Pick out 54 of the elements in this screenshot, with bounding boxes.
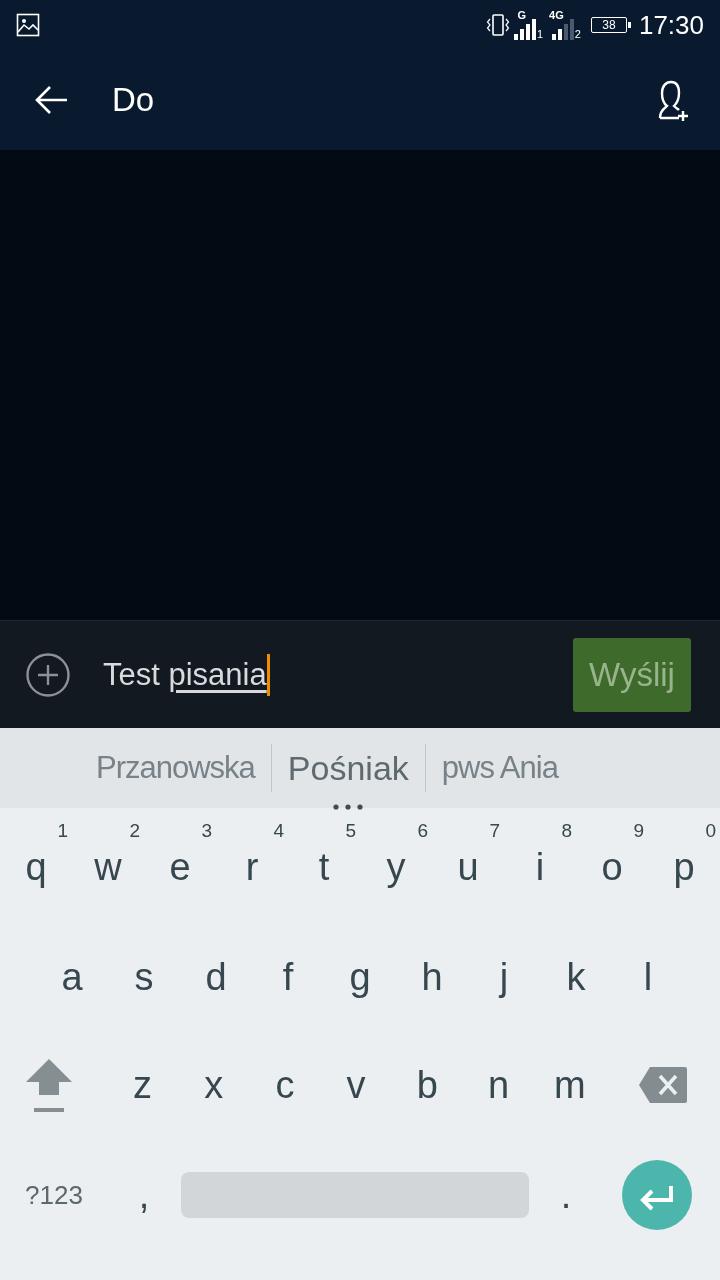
keyboard-key[interactable]: q — [25, 845, 47, 889]
key-hint: 4 — [273, 820, 284, 842]
keyboard-key[interactable]: r — [245, 845, 259, 889]
keyboard-key[interactable]: x — [204, 1063, 224, 1107]
clock: 17:30 — [638, 9, 704, 41]
key-hint: 8 — [561, 820, 572, 842]
suggestion[interactable]: Pośniak — [287, 748, 409, 788]
keyboard-key[interactable]: . — [560, 1173, 572, 1217]
key-hint: 7 — [489, 820, 500, 842]
keyboard-key[interactable]: a — [61, 955, 83, 999]
screen-title: Do — [112, 81, 156, 119]
sim-number: 2 — [574, 29, 581, 40]
keyboard-key[interactable]: h — [421, 955, 443, 999]
back-icon[interactable] — [34, 85, 68, 115]
keyboard-key[interactable]: z — [133, 1063, 152, 1107]
keyboard-key[interactable]: , — [138, 1173, 150, 1217]
keyboard-key[interactable]: f — [282, 955, 294, 999]
add-attachment-icon[interactable] — [25, 651, 71, 698]
keyboard-key[interactable]: o — [601, 845, 623, 889]
key-hint: 0 — [705, 820, 716, 842]
keyboard-key[interactable]: t — [318, 845, 330, 889]
message-field[interactable]: Test pisania — [103, 650, 573, 699]
image-icon — [16, 13, 40, 37]
keyboard-key[interactable]: l — [643, 955, 653, 999]
battery-level: 38 — [602, 19, 616, 31]
key-hint: 9 — [633, 820, 644, 842]
network-type: 4G — [549, 10, 564, 21]
keyboard-key[interactable]: y — [386, 845, 406, 889]
backspace-key-icon[interactable] — [637, 1066, 688, 1104]
keyboard-key[interactable]: i — [535, 845, 545, 889]
key-hint: 5 — [345, 820, 356, 842]
keyboard-key[interactable]: m — [553, 1063, 586, 1107]
keyboard-key[interactable]: e — [169, 845, 191, 889]
keyboard-key[interactable]: k — [566, 955, 586, 999]
more-icon[interactable] — [332, 804, 365, 810]
sim-number: 1 — [537, 29, 544, 40]
keyboard-key[interactable]: n — [487, 1063, 510, 1107]
key-hint: 2 — [129, 820, 140, 842]
network-type: G — [517, 10, 526, 21]
keyboard-key[interactable]: s — [134, 955, 154, 999]
keyboard-key[interactable]: w — [94, 845, 122, 889]
symbols-key[interactable]: ?123 — [25, 1173, 83, 1217]
keyboard-key[interactable]: c — [275, 1063, 295, 1107]
keyboard-key[interactable]: j — [499, 955, 509, 999]
keyboard-key[interactable]: u — [457, 845, 479, 889]
keyboard-key[interactable]: p — [673, 845, 695, 889]
key-hint: 3 — [201, 820, 212, 842]
key-hint: 1 — [57, 820, 68, 842]
vibrate-icon — [485, 12, 512, 38]
keyboard-key[interactable]: d — [205, 955, 227, 999]
key-hint: 6 — [417, 820, 428, 842]
keyboard-key[interactable]: b — [416, 1063, 438, 1107]
keyboard-key[interactable]: v — [346, 1063, 366, 1107]
keyboard-key[interactable]: g — [349, 955, 371, 999]
